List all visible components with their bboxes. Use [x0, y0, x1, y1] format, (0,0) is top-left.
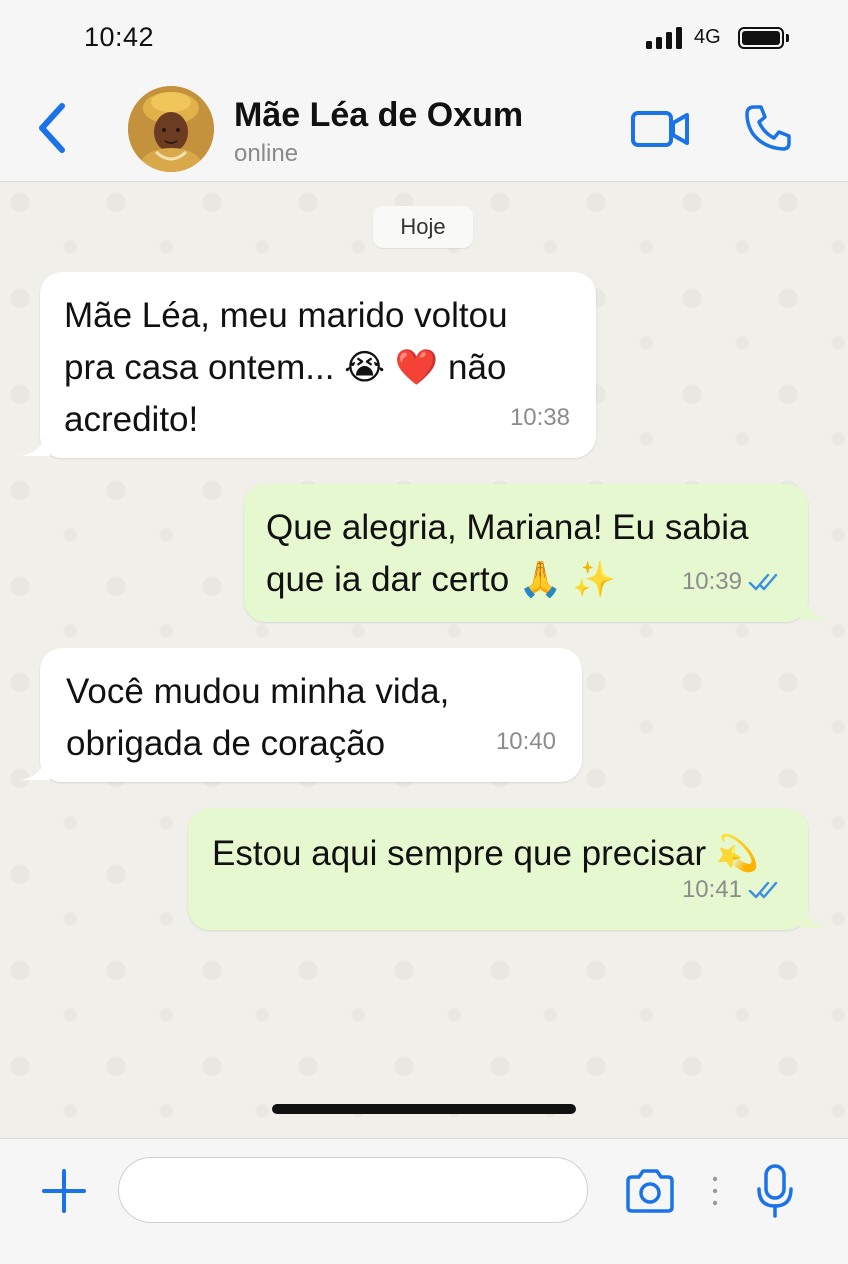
message-bubble-incoming[interactable]: Mãe Léa, meu marido voltou pra casa onte…: [40, 272, 596, 458]
more-dots-icon: [712, 1176, 718, 1206]
battery-icon: [738, 27, 784, 49]
chat-header: Mãe Léa de Oxum online: [0, 78, 848, 182]
message-time: 10:40: [495, 728, 556, 755]
message-meta: 10:39: [682, 556, 782, 608]
bubble-tail: [800, 600, 830, 620]
double-check-read-icon: [748, 881, 778, 899]
bubble-tail: [20, 760, 50, 780]
message-meta: 10:41: [682, 864, 782, 916]
message-meta: 10:38: [510, 392, 570, 444]
battery-cap: [786, 34, 789, 42]
contact-name[interactable]: Mãe Léa de Oxum: [234, 96, 523, 135]
back-chevron-icon: [39, 103, 65, 153]
bubble-tail: [20, 436, 50, 456]
avatar[interactable]: [128, 86, 214, 172]
status-time: 10:42: [84, 22, 155, 52]
status-bar: 10:42 4G: [0, 0, 848, 78]
date-chip: Hoje: [373, 206, 473, 248]
attach-button[interactable]: [40, 1167, 88, 1215]
phone-icon: [745, 105, 791, 151]
microphone-button[interactable]: [754, 1163, 796, 1219]
back-button[interactable]: [30, 100, 78, 156]
message-time: 10:39: [681, 568, 742, 595]
message-text: Você mudou minha vida, obrigada de coraç…: [66, 672, 450, 763]
video-call-button[interactable]: [630, 108, 692, 150]
video-call-icon: [631, 111, 689, 147]
avatar-portrait: [128, 86, 214, 172]
composer-bar: [0, 1138, 848, 1264]
message-time: 10:38: [509, 404, 570, 431]
message-bubble-incoming[interactable]: Você mudou minha vida, obrigada de coraç…: [40, 648, 582, 782]
message-time: 10:41: [681, 876, 742, 903]
voice-call-button[interactable]: [742, 102, 794, 154]
home-indicator: [272, 1104, 576, 1114]
plus-icon: [42, 1169, 86, 1213]
message-text: Mãe Léa, meu marido voltou pra casa onte…: [64, 296, 508, 439]
camera-button[interactable]: [622, 1167, 678, 1215]
message-meta: 10:40: [496, 716, 556, 768]
message-bubble-outgoing[interactable]: Estou aqui sempre que precisar 💫 10:41: [188, 808, 808, 930]
microphone-icon: [757, 1164, 793, 1218]
bubble-tail: [800, 908, 830, 928]
contact-status: online: [234, 140, 299, 167]
message-input[interactable]: [118, 1157, 588, 1223]
chat-area[interactable]: Hoje Mãe Léa, meu marido voltou pra casa…: [0, 182, 848, 1138]
double-check-read-icon: [748, 573, 778, 591]
network-label: 4G: [694, 26, 721, 48]
signal-icon: [646, 27, 686, 49]
camera-icon: [626, 1169, 674, 1213]
message-bubble-outgoing[interactable]: Que alegria, Mariana! Eu sabia que ia da…: [244, 484, 808, 622]
